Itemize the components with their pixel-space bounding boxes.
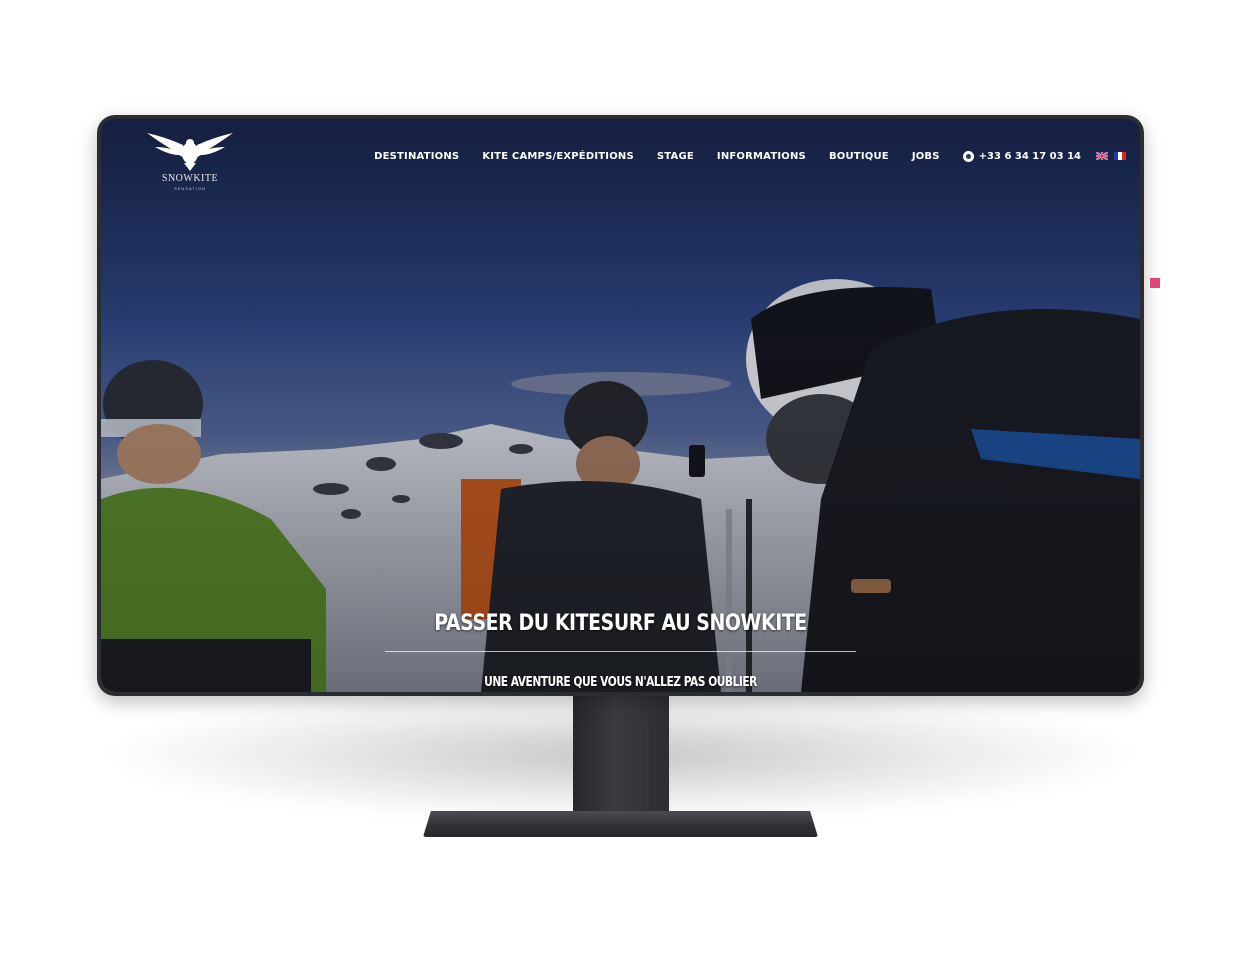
en-flag-icon[interactable] — [1096, 152, 1108, 160]
monitor-frame: SNOWKITE SENSATION DESTINATIONS KITE CAM… — [97, 115, 1144, 696]
hero-title: PASSER DU KITESURF AU SNOWKITE — [434, 611, 807, 636]
nav-boutique[interactable]: BOUTIQUE — [829, 151, 889, 162]
whatsapp-icon — [962, 150, 974, 162]
fr-flag-icon[interactable] — [1114, 152, 1126, 160]
nav-destinations[interactable]: DESTINATIONS — [374, 151, 459, 162]
language-switcher — [1096, 152, 1126, 160]
nav-jobs[interactable]: JOBS — [912, 151, 940, 162]
phone-number: +33 6 34 17 03 14 — [978, 150, 1081, 162]
nav-stage[interactable]: STAGE — [657, 151, 694, 162]
monitor-base — [423, 811, 818, 837]
phone-link[interactable]: +33 6 34 17 03 14 — [962, 150, 1081, 162]
hero-divider — [385, 651, 856, 652]
nav-informations[interactable]: INFORMATIONS — [717, 151, 806, 162]
nav-kite-camps[interactable]: KITE CAMPS/EXPÉDITIONS — [482, 151, 634, 162]
logo-tagline: SENSATION — [174, 186, 206, 191]
main-navigation: DESTINATIONS KITE CAMPS/EXPÉDITIONS STAG… — [374, 148, 1126, 164]
site-logo[interactable]: SNOWKITE SENSATION — [145, 131, 235, 191]
hero-subtitle: UNE AVENTURE QUE VOUS N'ALLEZ PAS OUBLIE… — [484, 675, 757, 690]
accent-marker — [1150, 278, 1160, 288]
website-screen: SNOWKITE SENSATION DESTINATIONS KITE CAM… — [101, 119, 1140, 692]
monitor-neck — [573, 694, 669, 816]
mockup-stage: SNOWKITE SENSATION DESTINATIONS KITE CAM… — [0, 0, 1239, 953]
hero-overlay — [101, 119, 1140, 692]
logo-wordmark: SNOWKITE — [161, 173, 219, 184]
eagle-logo-icon — [147, 133, 233, 171]
